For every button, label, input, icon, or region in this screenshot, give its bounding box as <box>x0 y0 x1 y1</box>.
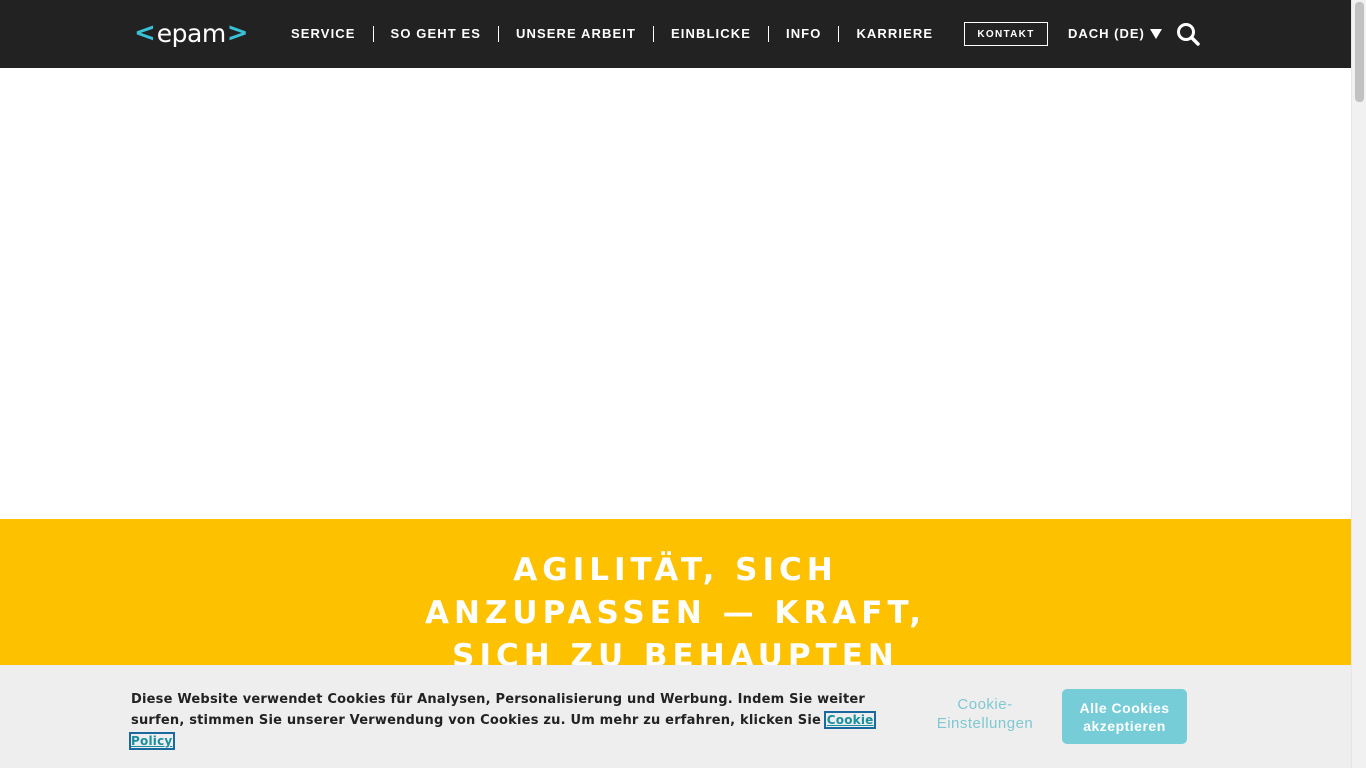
nav-item-service[interactable]: SERVICE <box>274 26 373 42</box>
search-icon[interactable] <box>1176 22 1200 46</box>
epam-logo[interactable]: < epam > <box>134 17 249 49</box>
logo-left-bracket: < <box>134 18 156 48</box>
hero-headline: AGILITÄT, SICH ANZUPASSEN — KRAFT, SICH … <box>425 552 926 674</box>
nav-item-einblicke[interactable]: EINBLICKE <box>653 26 768 42</box>
logo-wordmark: epam <box>156 18 226 48</box>
site-header: < epam > SERVICE SO GEHT ES UNSERE ARBEI… <box>0 0 1351 68</box>
page-scrollbar[interactable] <box>1351 0 1366 768</box>
nav-item-info[interactable]: INFO <box>767 26 838 42</box>
nav-item-so-geht-es[interactable]: SO GEHT ES <box>372 26 498 42</box>
chevron-down-icon <box>1149 28 1162 39</box>
cookie-settings-button[interactable]: Cookie-Einstellungen <box>925 695 1045 733</box>
cookie-banner: Diese Website verwendet Cookies für Anal… <box>0 665 1351 768</box>
cookie-message: Diese Website verwendet Cookies für Anal… <box>129 689 891 752</box>
region-label: DACH (DE) <box>1068 26 1145 41</box>
region-selector[interactable]: DACH (DE) <box>1068 26 1162 41</box>
scrollbar-thumb[interactable] <box>1355 2 1364 102</box>
nav-item-unsere-arbeit[interactable]: UNSERE ARBEIT <box>498 26 653 42</box>
accept-all-cookies-button[interactable]: Alle Cookies akzeptieren <box>1062 689 1187 744</box>
nav-item-karriere[interactable]: KARRIERE <box>838 26 950 42</box>
main-nav: SERVICE SO GEHT ES UNSERE ARBEIT EINBLIC… <box>274 26 950 42</box>
contact-button[interactable]: KONTAKT <box>964 22 1048 46</box>
cookie-message-text: Diese Website verwendet Cookies für Anal… <box>131 692 865 728</box>
page: < epam > SERVICE SO GEHT ES UNSERE ARBEI… <box>0 0 1366 768</box>
logo-right-bracket: > <box>226 18 249 48</box>
